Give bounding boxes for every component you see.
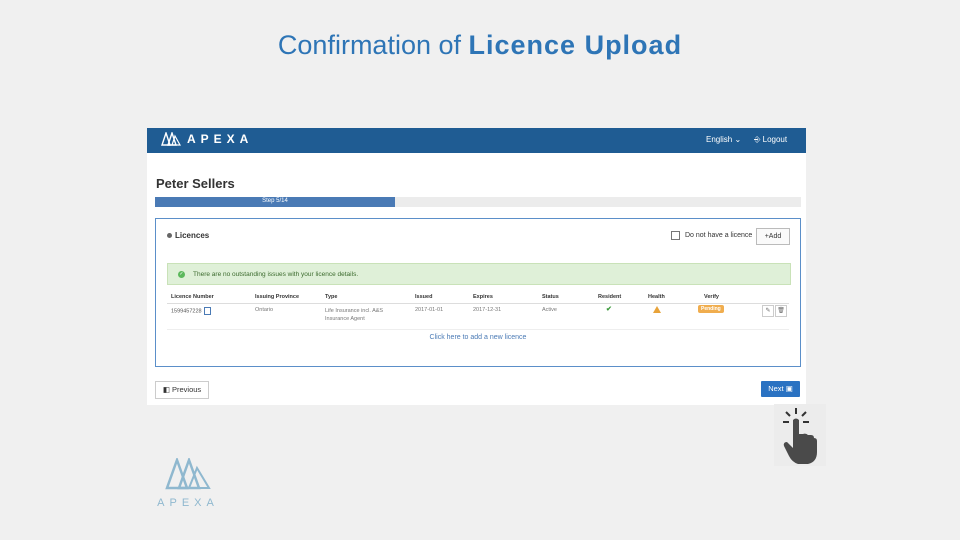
no-licence-label: Do not have a licence (685, 232, 753, 239)
pointing-hand-icon (774, 404, 826, 471)
expires-cell: 2017-12-31 (473, 307, 502, 313)
status-cell: Active (542, 307, 557, 313)
brand-logo[interactable]: APEXA (161, 132, 253, 146)
col-type: Type (325, 294, 338, 300)
slide-title-prefix: Confirmation of (277, 30, 469, 60)
document-icon[interactable] (203, 307, 211, 315)
col-status: Status (542, 294, 559, 300)
col-issuing-province: Issuing Province (255, 294, 300, 300)
licences-heading: Licences (167, 231, 209, 240)
province-cell: Ontario (255, 307, 274, 313)
bullet-icon (167, 233, 172, 238)
app-screenshot: APEXA English ⌄ ⎆ Logout Peter Sellers S… (147, 128, 806, 405)
col-expires: Expires (473, 294, 493, 300)
apexa-footer-logo-icon (165, 456, 211, 490)
apexa-logo-icon (161, 132, 181, 146)
licence-number: 1599457228 (171, 308, 202, 315)
edit-icon[interactable]: ✎ (762, 305, 774, 317)
no-licence-checkbox[interactable] (671, 231, 680, 240)
progress-bar: Step 5/14 (155, 197, 801, 207)
pending-badge: Pending (698, 305, 724, 313)
previous-button[interactable]: ◧ Previous (155, 381, 209, 399)
add-licence-button[interactable]: +Add (756, 228, 790, 245)
no-licence-option[interactable]: Do not have a licence (671, 231, 752, 240)
verify-badge: Pending (698, 305, 724, 313)
next-button[interactable]: Next ▣ (761, 381, 800, 397)
table-header: Licence Number Issuing Province Type Iss… (167, 294, 789, 304)
footer-logo-word: APEXA (157, 497, 219, 509)
next-label: Next (768, 384, 784, 393)
licence-number-cell: 1599457228 (171, 307, 211, 315)
check-circle-icon: ✓ (178, 270, 185, 278)
logout-link[interactable]: ⎆ Logout (754, 135, 787, 145)
col-health: Health (648, 294, 665, 300)
success-alert: ✓ There are no outstanding issues with y… (167, 263, 791, 285)
col-resident: Resident (598, 294, 622, 300)
trash-icon[interactable]: 🗑 (775, 305, 787, 317)
resident-check-icon: ✔ (606, 306, 612, 313)
licences-title: Licences (175, 231, 210, 240)
page-title: Peter Sellers (156, 176, 235, 191)
licences-panel: Licences Do not have a licence +Add ✓ Th… (155, 218, 801, 367)
slide-title-bold: Licence Upload (468, 30, 683, 60)
brand-word: APEXA (187, 132, 254, 146)
add-new-licence-link[interactable]: Click here to add a new licence (156, 334, 800, 341)
type-cell: Life Insurance incl. A&S Insurance Agent (325, 308, 384, 322)
footer-logo: APEXA (153, 456, 223, 509)
col-issued: Issued (415, 294, 433, 300)
slide-title: Confirmation of Licence Upload (0, 30, 960, 61)
health-warning-icon (653, 306, 661, 315)
language-dropdown[interactable]: English ⌄ (706, 135, 741, 144)
issued-cell: 2017-01-01 (415, 307, 444, 313)
col-verify: Verify (704, 294, 719, 300)
progress-label: Step 5/14 (262, 198, 288, 204)
col-licence-number: Licence Number (171, 294, 214, 300)
alert-text: There are no outstanding issues with you… (193, 270, 359, 278)
table-row: 1599457228 Ontario Life Insurance incl. … (167, 305, 789, 330)
previous-label: Previous (171, 385, 202, 394)
top-navbar: APEXA English ⌄ ⎆ Logout (147, 128, 806, 153)
progress-fill: Step 5/14 (155, 197, 395, 207)
